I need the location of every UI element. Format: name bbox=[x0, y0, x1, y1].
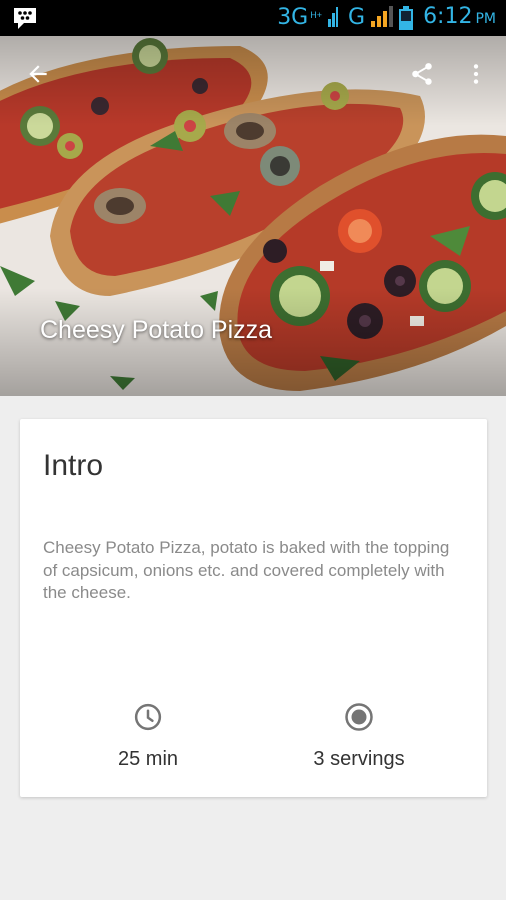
servings-label: 3 servings bbox=[313, 748, 405, 770]
recipe-title: Cheesy Potato Pizza bbox=[40, 316, 273, 344]
clock-icon bbox=[134, 703, 162, 731]
network-3g-label: 3G bbox=[277, 5, 309, 30]
signal-icon bbox=[328, 5, 338, 32]
more-vert-icon bbox=[473, 64, 479, 84]
bbm-chat-icon bbox=[12, 6, 38, 30]
intro-description: Cheesy Potato Pizza, potato is baked wit… bbox=[43, 538, 450, 602]
network-g-label: G bbox=[348, 5, 366, 30]
status-clock: 6:12 PM bbox=[423, 3, 496, 33]
share-button[interactable] bbox=[400, 52, 444, 96]
clock-ampm: PM bbox=[475, 11, 496, 27]
intro-heading: Intro bbox=[43, 449, 104, 482]
share-icon bbox=[412, 63, 432, 85]
duration-stat: 25 min bbox=[58, 702, 238, 771]
battery-icon bbox=[399, 6, 414, 30]
recipe-hero-image: Cheesy Potato Pizza bbox=[0, 36, 506, 396]
arrow-back-icon bbox=[29, 65, 47, 83]
clock-time: 6:12 bbox=[423, 4, 473, 29]
intro-card: Intro Cheesy Potato Pizza, potato is bak… bbox=[20, 419, 487, 797]
servings-stat: 3 servings bbox=[269, 702, 449, 771]
back-button[interactable] bbox=[16, 52, 60, 96]
status-bar: 3G H+ G 6:12 PM bbox=[0, 0, 506, 36]
network-hplus-label: H+ bbox=[310, 9, 322, 20]
duration-label: 25 min bbox=[117, 748, 179, 770]
signal-bars-icon bbox=[371, 5, 394, 32]
more-options-button[interactable] bbox=[454, 52, 498, 96]
radio-target-icon bbox=[345, 703, 373, 731]
